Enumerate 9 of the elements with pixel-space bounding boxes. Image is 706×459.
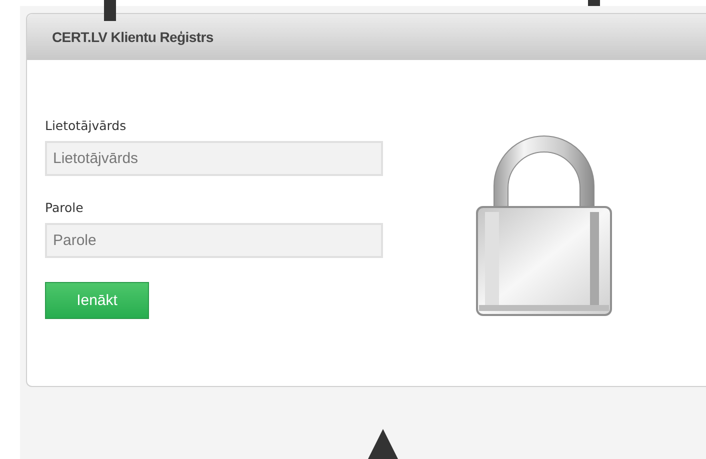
panel-title: CERT.LV Klientu Reģistrs [52, 29, 214, 45]
triangle-marker [368, 429, 398, 459]
field-label: Lietotājvārds [45, 118, 126, 133]
field-label: Parole [45, 200, 84, 215]
login-button[interactable]: Ienākt [45, 282, 149, 319]
input-field[interactable]: Parole [45, 223, 383, 258]
marker-bar [588, 0, 600, 6]
input-field[interactable]: Lietotājvārds [45, 141, 383, 176]
marker-bar [104, 0, 116, 21]
